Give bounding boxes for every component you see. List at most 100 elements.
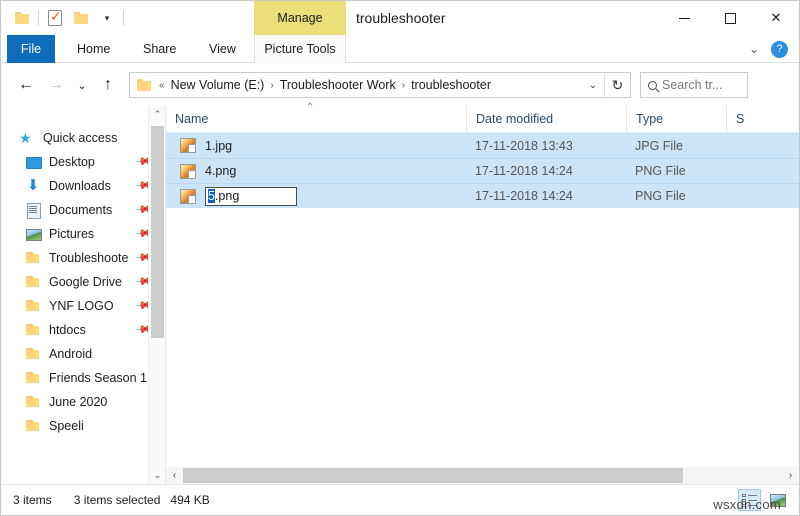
sidebar-item-google-drive[interactable]: Google Drive 📌 [1,270,165,294]
sidebar-item-label: Google Drive [49,275,122,289]
sidebar-item-june-2020[interactable]: June 2020 [1,390,165,414]
help-label: ? [776,43,783,55]
table-row[interactable]: 4.png 17-11-2018 14:24 PNG File [166,158,799,183]
tab-view[interactable]: View [195,35,250,63]
sidebar-item-speeli[interactable]: Speeli [1,414,165,438]
status-selection-count: 3 items selected [73,493,161,507]
table-row[interactable]: 5 .png 17-11-2018 14:24 PNG File [166,183,799,208]
maximize-button[interactable] [707,1,753,35]
ribbon-tab-bar: File Home Share View Picture Tools [1,35,799,63]
sidebar-item-label: Desktop [49,155,95,169]
close-button[interactable]: ✕ [753,1,799,35]
new-folder-icon[interactable] [68,5,94,31]
chevron-left-icon: ‹ [172,470,177,481]
tab-share[interactable]: Share [129,35,190,63]
sidebar-item-ynf-logo[interactable]: YNF LOGO 📌 [1,294,165,318]
scroll-up-button[interactable]: ⌃ [149,106,165,123]
up-button[interactable]: ↑ [93,70,123,100]
sidebar-item-documents[interactable]: Documents 📌 [1,198,165,222]
window-title: troubleshooter [356,1,446,35]
column-header-date-label: Date modified [476,111,554,126]
breadcrumb-item-current[interactable]: troubleshooter [408,78,494,92]
file-explorer-window: ▾ Manage troubleshooter ✕ File Home Shar… [0,0,800,516]
sidebar-item-htdocs[interactable]: htdocs 📌 [1,318,165,342]
column-header-date-modified[interactable]: Date modified [466,105,626,132]
navigation-pane: ★ Quick access Desktop 📌 ⬇ Downloads 📌 D… [1,106,165,484]
breadcrumb-overflow-icon[interactable]: « [156,80,168,91]
tab-home[interactable]: Home [63,35,124,63]
scrollbar-thumb[interactable] [183,468,683,483]
tab-file[interactable]: File [7,35,55,63]
sidebar-item-quick-access[interactable]: ★ Quick access [1,126,165,150]
help-icon[interactable]: ? [771,40,788,58]
status-item-count: 3 items [13,493,52,507]
desktop-icon [25,154,42,170]
rename-selected-text: 5 [208,189,215,203]
folder-icon [25,322,41,338]
navigation-pane-scrollbar[interactable]: ⌃ ⌄ [148,106,165,484]
sidebar-item-android[interactable]: Android [1,342,165,366]
folder-icon [25,346,41,362]
column-header-size[interactable]: S [726,105,786,132]
scroll-left-button[interactable]: ‹ [166,467,183,484]
file-name-cell[interactable]: 4.png [166,163,466,179]
scrollbar-track[interactable] [183,467,782,484]
scroll-down-button[interactable]: ⌄ [149,467,165,484]
sidebar-item-label: htdocs [49,323,86,337]
breadcrumb-separator-2: › [401,79,406,91]
sidebar-item-label: Downloads [49,179,111,193]
sidebar-item-label: Pictures [49,227,95,241]
back-button[interactable]: ← [11,70,41,100]
rename-input[interactable]: 5 .png [205,186,297,206]
file-name-label: 1.jpg [205,138,233,153]
breadcrumb-dropdown-icon[interactable]: ⌄ [582,73,604,97]
file-list-pane: Name ⌃ Date modified Type S 1.jpg 17-11-… [165,102,799,484]
file-list-horizontal-scrollbar[interactable]: ‹ › [166,467,799,484]
column-header-size-label: S [736,111,745,126]
sidebar-item-desktop[interactable]: Desktop 📌 [1,150,165,174]
table-row[interactable]: 1.jpg 17-11-2018 13:43 JPG File [166,133,799,158]
properties-icon[interactable] [42,5,68,31]
refresh-icon[interactable]: ↻ [604,73,630,97]
scrollbar-thumb[interactable] [151,126,164,338]
sidebar-item-troubleshooter[interactable]: Troubleshoote 📌 [1,246,165,270]
minimize-button[interactable] [661,1,707,35]
breadcrumb-item-folder[interactable]: Troubleshooter Work [277,78,399,92]
chevron-up-icon: ⌃ [153,109,162,119]
search-input[interactable]: Search tr... [640,72,748,98]
tab-home-label: Home [77,42,111,56]
sidebar-item-downloads[interactable]: ⬇ Downloads 📌 [1,174,165,198]
maximize-icon [724,12,736,24]
collapse-ribbon-label: ⌄ [748,42,759,56]
search-placeholder-label: Search tr... [662,78,723,92]
column-header-name[interactable]: Name ⌃ [166,102,466,132]
file-name-cell[interactable]: 5 .png [166,186,466,206]
folder-icon [25,298,41,314]
column-header-type[interactable]: Type [626,105,726,132]
file-date-cell: 17-11-2018 13:43 [475,138,573,153]
column-headers: Name ⌃ Date modified Type S [166,102,799,133]
quick-access-toolbar: ▾ [9,1,127,35]
recent-locations-button[interactable]: ⌄ [71,70,93,100]
breadcrumb-item-drive[interactable]: New Volume (E:) [168,78,268,92]
file-name-cell[interactable]: 1.jpg [166,138,466,153]
breadcrumb-bar[interactable]: « New Volume (E:) › Troubleshooter Work … [129,72,631,98]
address-bar: ← → ⌄ ↑ « New Volume (E:) › Troubleshoot… [1,64,799,106]
scroll-right-button[interactable]: › [782,467,799,484]
chevron-down-icon[interactable]: ⌄ [743,42,765,56]
window-controls: ✕ [661,1,799,35]
tab-view-label: View [209,42,236,56]
tab-picture-tools[interactable]: Picture Tools [254,35,346,63]
folder-icon[interactable] [9,5,35,31]
explorer-body: ★ Quick access Desktop 📌 ⬇ Downloads 📌 D… [1,102,799,484]
forward-button[interactable]: → [41,70,71,100]
sidebar-item-label: Android [49,347,93,361]
customize-caret-label: ▾ [104,12,110,23]
file-date-cell: 17-11-2018 14:24 [475,189,573,203]
sidebar-item-pictures[interactable]: Pictures 📌 [1,222,165,246]
refresh-label: ↻ [611,76,624,93]
sidebar-item-friends-season-1[interactable]: Friends Season 1 [1,366,165,390]
customize-dropdown-icon[interactable]: ▾ [94,5,120,31]
breadcrumb-separator-1: › [270,79,274,91]
close-icon: ✕ [770,10,782,25]
